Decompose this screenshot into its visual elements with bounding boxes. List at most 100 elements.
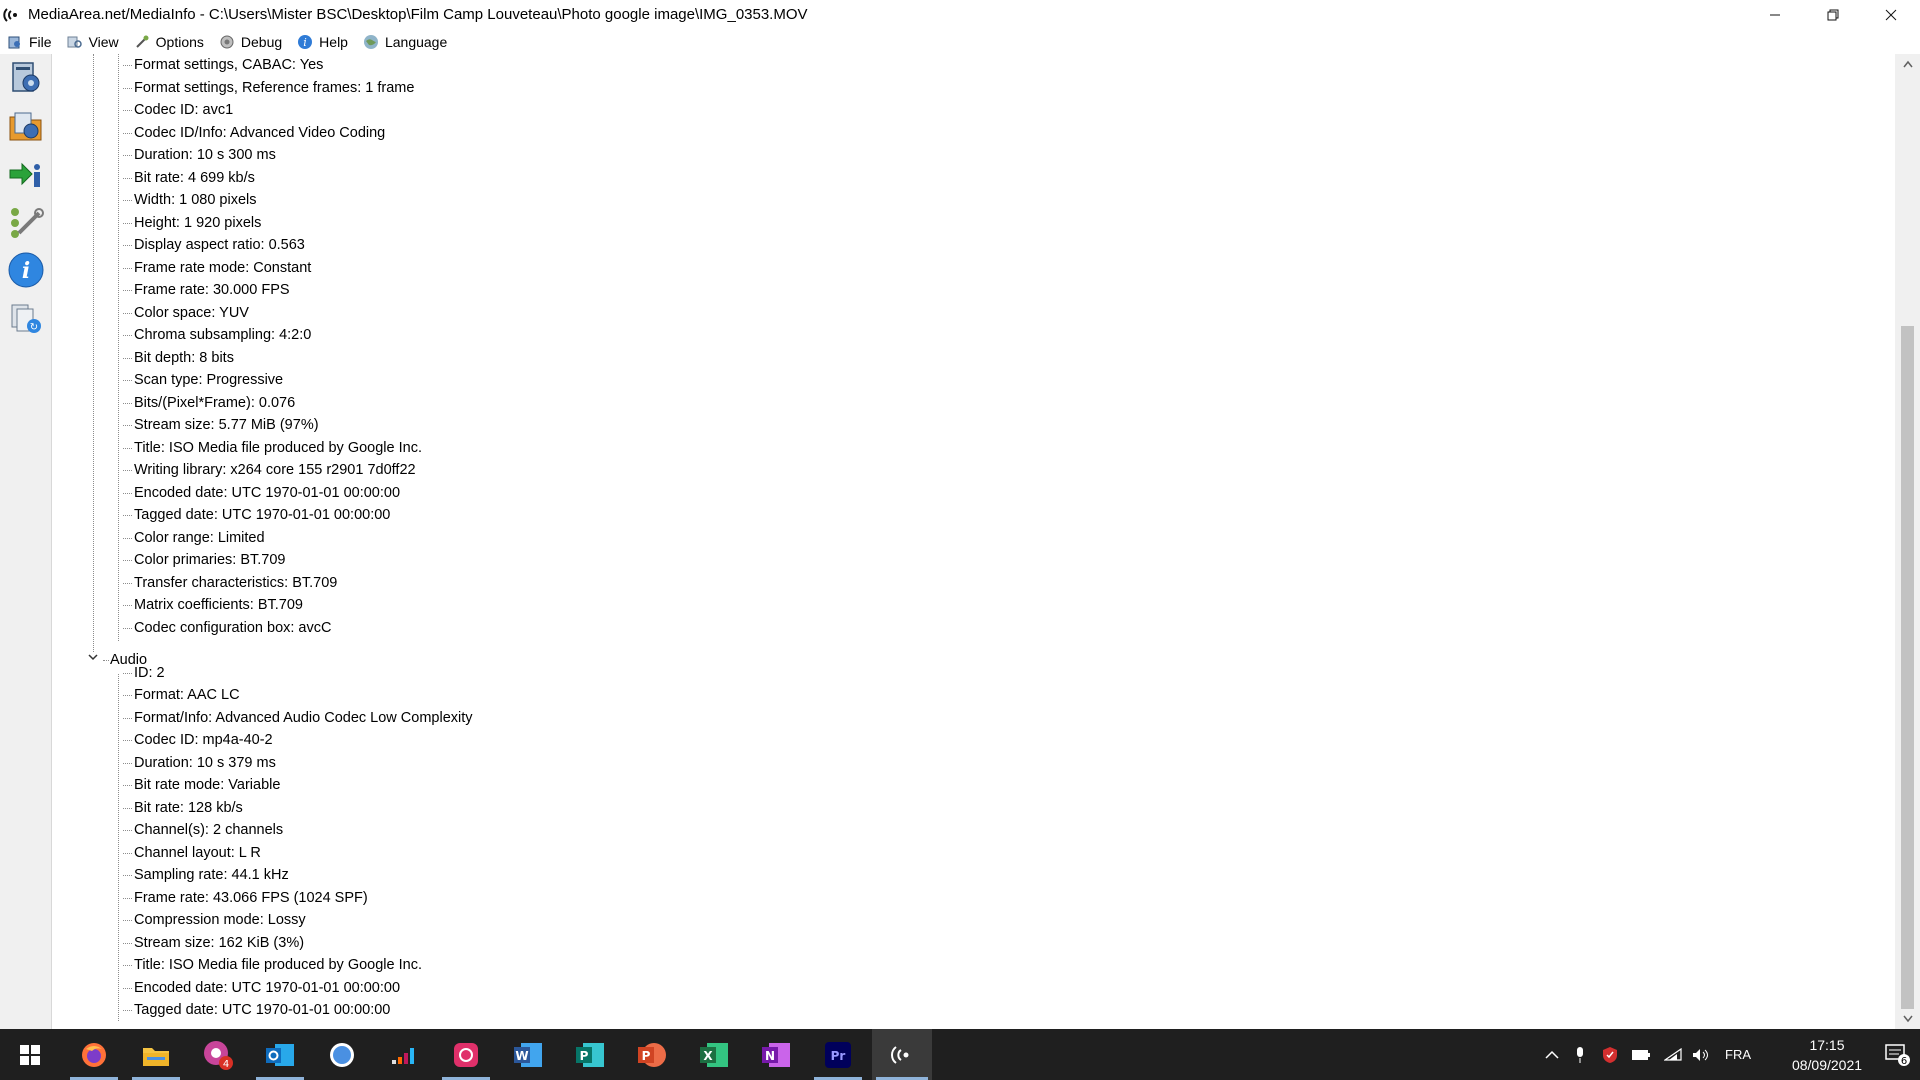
audio-info-item[interactable]: Title: ISO Media file produced by Google… (123, 954, 422, 976)
export-icon[interactable] (2, 150, 50, 198)
microphone-icon[interactable] (1568, 1029, 1592, 1080)
vertical-scrollbar[interactable] (1895, 54, 1920, 1029)
show-hidden-icons-chevron[interactable] (1540, 1029, 1564, 1080)
menu-file[interactable]: File (0, 29, 60, 54)
outlook-icon[interactable] (252, 1029, 308, 1080)
chrome-icon[interactable]: 4 (190, 1029, 246, 1080)
video-info-item[interactable]: Duration: 10 s 300 ms (123, 144, 276, 166)
video-info-item[interactable]: Tagged date: UTC 1970-01-01 00:00:00 (123, 504, 390, 526)
video-info-item[interactable]: Title: ISO Media file produced by Google… (123, 437, 422, 459)
photo-app-icon[interactable] (438, 1029, 494, 1080)
audio-info-item[interactable]: Duration: 10 s 379 ms (123, 752, 276, 774)
svg-text:6: 6 (1901, 1056, 1907, 1067)
clock-date: 08/09/2021 (1791, 1057, 1863, 1073)
minimize-icon[interactable] (1746, 0, 1804, 29)
menu-language[interactable]: Language (356, 29, 455, 54)
video-info-item[interactable]: Stream size: 5.77 MiB (97%) (123, 414, 319, 436)
video-info-item[interactable]: Frame rate mode: Constant (123, 257, 311, 279)
video-info-item[interactable]: Color primaries: BT.709 (123, 549, 286, 571)
premiere-pro-icon[interactable]: Pr (810, 1029, 866, 1080)
mediainfo-icon[interactable] (2, 4, 24, 26)
video-info-item[interactable]: Writing library: x264 core 155 r2901 7d0… (123, 459, 416, 481)
audio-info-item[interactable]: Codec ID: mp4a-40-2 (123, 729, 273, 751)
video-info-item[interactable]: Color space: YUV (123, 302, 249, 324)
audio-info-item[interactable]: Tagged date: UTC 1970-01-01 00:00:00 (123, 999, 390, 1021)
deezer-icon[interactable] (376, 1029, 432, 1080)
volume-icon[interactable] (1688, 1029, 1714, 1080)
menu-file-label: File (29, 33, 52, 50)
view-menu-icon (66, 33, 84, 51)
video-info-item[interactable]: Codec ID/Info: Advanced Video Coding (123, 122, 385, 144)
tree-connector (123, 875, 132, 876)
audio-info-item[interactable]: Bit rate: 128 kb/s (123, 797, 243, 819)
video-info-item[interactable]: Frame rate: 30.000 FPS (123, 279, 290, 301)
media-info-tree[interactable]: Format settings, CABAC: Yes Format settin… (53, 54, 1895, 1029)
battery-icon[interactable] (1628, 1029, 1654, 1080)
open-file-icon[interactable] (2, 54, 50, 102)
input-language[interactable]: FRA (1718, 1029, 1758, 1080)
wifi-icon[interactable] (1660, 1029, 1686, 1080)
tree-connector (123, 852, 132, 854)
open-folder-icon[interactable] (2, 102, 50, 150)
audio-expander[interactable] (86, 652, 100, 666)
video-info-item[interactable]: Transfer characteristics: BT.709 (123, 572, 337, 594)
video-info-item[interactable]: Display aspect ratio: 0.563 (123, 234, 305, 256)
video-info-item[interactable]: Chroma subsampling: 4:2:0 (123, 324, 311, 346)
clock-time: 17:15 (1809, 1037, 1845, 1053)
scroll-down-icon[interactable] (1895, 1009, 1920, 1029)
audio-info-item[interactable]: Stream size: 162 KiB (3%) (123, 932, 304, 954)
audio-info-item[interactable]: Encoded date: UTC 1970-01-01 00:00:00 (123, 977, 400, 999)
publisher-icon[interactable]: P (562, 1029, 618, 1080)
excel-icon[interactable]: X (686, 1029, 742, 1080)
menu-view[interactable]: View (60, 29, 127, 54)
clock[interactable]: 17:15 08/09/2021 (1782, 1035, 1872, 1075)
audio-info-item[interactable]: ID: 2 (123, 662, 165, 684)
preferences-icon[interactable] (2, 198, 50, 246)
menu-help[interactable]: i Help (290, 29, 356, 54)
video-info-item[interactable]: Matrix coefficients: BT.709 (123, 594, 303, 616)
close-icon[interactable] (1862, 0, 1920, 29)
scrollbar-thumb[interactable] (1901, 326, 1914, 1009)
audio-info-item[interactable]: Compression mode: Lossy (123, 909, 306, 931)
video-info-item[interactable]: Codec ID: avc1 (123, 99, 233, 121)
onenote-icon[interactable]: N (748, 1029, 804, 1080)
video-info-item[interactable]: Bit rate: 4 699 kb/s (123, 167, 255, 189)
start-icon[interactable] (2, 1029, 58, 1080)
video-info-item[interactable]: Bits/(Pixel*Frame): 0.076 (123, 392, 295, 414)
audio-info-item[interactable]: Format: AAC LC (123, 684, 240, 706)
file-explorer-icon[interactable] (128, 1029, 184, 1080)
video-info-item[interactable]: Encoded date: UTC 1970-01-01 00:00:00 (123, 482, 400, 504)
video-info-item[interactable]: Height: 1 920 pixels (123, 212, 261, 234)
video-info-item[interactable]: Color range: Limited (123, 527, 265, 549)
video-info-item[interactable]: Format settings, CABAC: Yes (123, 54, 323, 76)
menu-debug-label: Debug (240, 33, 283, 50)
powerpoint-icon[interactable]: P (624, 1029, 680, 1080)
restore-icon[interactable] (1804, 0, 1862, 29)
tree-connector (123, 87, 132, 89)
mediainfo-taskbar-icon[interactable] (872, 1029, 932, 1080)
audio-info-item[interactable]: Channel(s): 2 channels (123, 819, 283, 841)
video-info-item[interactable]: Width: 1 080 pixels (123, 189, 257, 211)
audio-info-item[interactable]: Sampling rate: 44.1 kHz (123, 864, 289, 886)
audio-info-item[interactable]: Channel layout: L R (123, 842, 261, 864)
scroll-up-icon[interactable] (1895, 54, 1920, 74)
video-info-item[interactable]: Bit depth: 8 bits (123, 347, 234, 369)
antivirus-icon[interactable] (1598, 1029, 1622, 1080)
menu-options[interactable]: Options (127, 29, 212, 54)
tree-connector (123, 695, 132, 696)
tree-connector (123, 492, 132, 494)
notification-center-icon[interactable]: 6 (1876, 1029, 1920, 1080)
knowledge-icon[interactable]: ↻ (2, 294, 50, 342)
chevron-down-icon (87, 650, 99, 668)
about-icon[interactable]: i (2, 246, 50, 294)
audio-info-item[interactable]: Format/Info: Advanced Audio Codec Low Co… (123, 707, 473, 729)
audio-info-item[interactable]: Frame rate: 43.066 FPS (1024 SPF) (123, 887, 368, 909)
video-info-item[interactable]: Scan type: Progressive (123, 369, 283, 391)
menu-debug[interactable]: Debug (212, 29, 290, 54)
firefox-icon[interactable] (66, 1029, 122, 1080)
video-info-item[interactable]: Format settings, Reference frames: 1 fra… (123, 77, 414, 99)
word-icon[interactable]: W (500, 1029, 556, 1080)
video-info-item[interactable]: Codec configuration box: avcC (123, 617, 331, 639)
messenger-icon[interactable] (314, 1029, 370, 1080)
audio-info-item[interactable]: Bit rate mode: Variable (123, 774, 280, 796)
